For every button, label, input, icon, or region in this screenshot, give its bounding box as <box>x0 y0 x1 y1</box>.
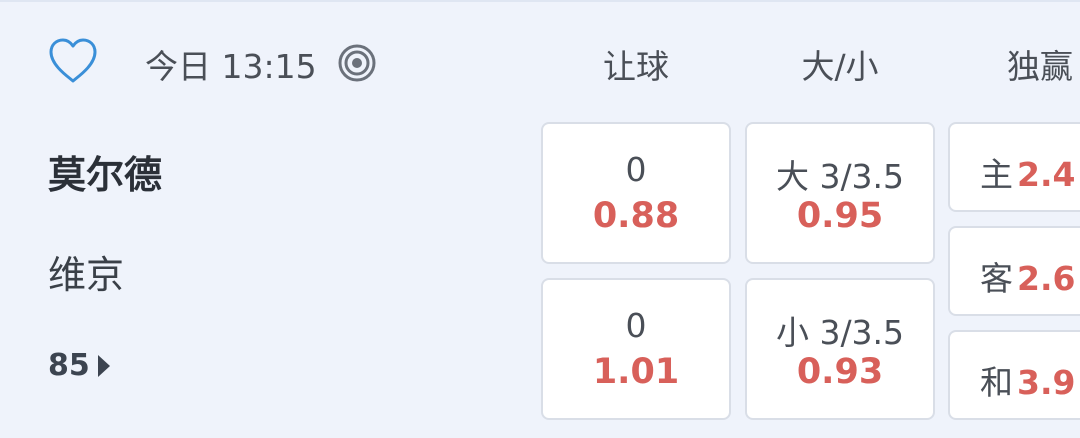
moneyline-odds: 3.9 <box>1017 363 1076 402</box>
moneyline-label: 客 <box>980 259 1013 298</box>
caret-right-icon <box>97 354 110 377</box>
over-odds-cell[interactable]: 大 3/3.5 0.95 <box>745 122 935 264</box>
moneyline-odds: 2.6 <box>1017 259 1076 298</box>
over-odds: 0.95 <box>796 196 884 236</box>
under-odds-cell[interactable]: 小 3/3.5 0.93 <box>745 278 935 420</box>
under-line: 小 3/3.5 <box>775 313 905 352</box>
handicap-away-odds-cell[interactable]: 0 1.01 <box>541 278 731 420</box>
handicap-odds: 1.01 <box>592 352 680 392</box>
top-divider <box>0 0 1080 2</box>
handicap-line: 0 <box>625 306 647 345</box>
column-header-handicap: 让球 <box>603 47 669 86</box>
handicap-home-odds-cell[interactable]: 0 0.88 <box>541 122 731 264</box>
moneyline-away-cell[interactable]: 客 2.6 <box>948 226 1080 316</box>
under-odds: 0.93 <box>796 352 884 392</box>
more-markets-count: 85 <box>48 348 90 383</box>
more-markets-button[interactable]: 85 <box>48 348 110 383</box>
column-header-moneyline: 独赢 <box>1007 47 1073 86</box>
moneyline-draw-cell[interactable]: 和 3.9 <box>948 330 1080 420</box>
target-icon[interactable] <box>336 42 378 84</box>
handicap-line: 0 <box>625 150 647 189</box>
moneyline-label: 和 <box>980 363 1013 402</box>
favorite-heart-icon[interactable] <box>48 38 98 84</box>
moneyline-home-cell[interactable]: 主 2.4 <box>948 122 1080 212</box>
away-team-name: 维京 <box>48 253 125 297</box>
over-line: 大 3/3.5 <box>775 157 905 196</box>
match-time: 今日 13:15 <box>145 47 317 86</box>
handicap-odds: 0.88 <box>592 196 680 236</box>
moneyline-odds: 2.4 <box>1017 155 1076 194</box>
column-header-over-under: 大/小 <box>801 47 879 86</box>
home-team-name: 莫尔德 <box>48 153 163 197</box>
moneyline-label: 主 <box>980 155 1013 194</box>
